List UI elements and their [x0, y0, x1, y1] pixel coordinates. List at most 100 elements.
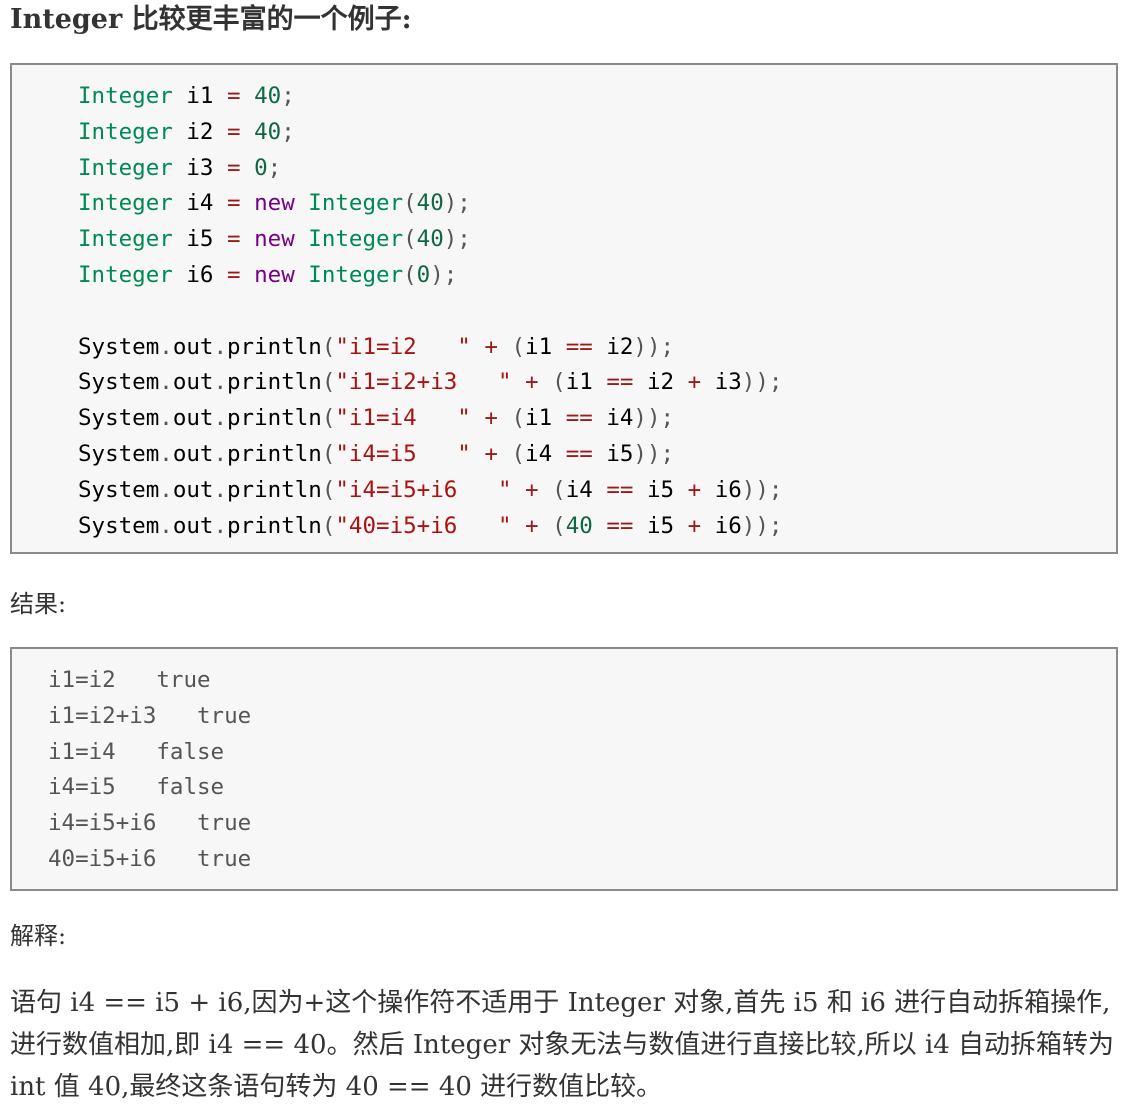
output-line: 40=i5+i6 true — [48, 845, 252, 872]
code-lines: Integer i1 = 40; Integer i2 = 40; Integer … — [78, 79, 782, 544]
code-token-punc: . — [159, 476, 173, 503]
code-token-op: == — [606, 369, 634, 396]
explanation-paragraph: 语句 i4 == i5 + i6,因为+这个操作符不适用于 Integer 对象… — [10, 988, 1115, 1102]
code-token-plain: println — [227, 333, 322, 360]
code-token-plain: System — [78, 476, 160, 503]
code-token-punc: ( — [403, 226, 417, 253]
code-token-op: = — [227, 83, 241, 109]
code-token-punc: )); — [741, 512, 783, 539]
code-token-punc: . — [213, 405, 228, 432]
code-token-op: + — [484, 405, 498, 432]
code-token-plain: i5 — [633, 476, 688, 503]
code-token-str: "i1=i2 " — [335, 333, 471, 360]
code-token-punc: ( — [552, 476, 566, 503]
output-line: i1=i4 false — [48, 738, 225, 765]
code-token-op: == — [565, 405, 593, 432]
code-token-op: + — [525, 476, 539, 503]
code-token-op: == — [606, 476, 634, 503]
code-token-plain: println — [227, 440, 322, 467]
code-token-kw: new — [254, 226, 295, 253]
code-token-plain: System — [78, 512, 160, 539]
code-token-punc: )); — [633, 333, 675, 360]
code-token-op: = — [227, 190, 241, 217]
code-token-op: = — [227, 261, 241, 288]
code-token-num: 40 — [254, 118, 282, 145]
code-token-plain: i1 — [565, 369, 607, 396]
code-token-plain: i1 — [172, 83, 228, 109]
code-token-punc: . — [159, 369, 173, 396]
code-token-plain: i6 — [172, 261, 228, 288]
code-token-str: "i4=i5 " — [335, 440, 471, 467]
code-token-punc: )); — [633, 440, 675, 467]
code-token-type: Integer — [308, 226, 404, 253]
code-token-punc: ( — [403, 190, 417, 217]
code-line: System.out.println("i1=i2+i3 " + (i1 == … — [78, 365, 782, 401]
code-token-op: + — [525, 369, 539, 396]
code-token-punc: )); — [741, 476, 783, 503]
code-token-plain: i2 — [592, 333, 634, 360]
code-token-op: == — [606, 512, 634, 539]
code-token-num: 40 — [416, 226, 444, 253]
code-token-punc: ; — [281, 83, 295, 109]
code-token-op: + — [687, 476, 702, 503]
code-token-kw: new — [254, 261, 295, 288]
code-token-plain: println — [227, 369, 322, 396]
code-token-punc: . — [213, 512, 228, 539]
code-token-punc: . — [213, 440, 228, 467]
code-token-plain: out — [172, 333, 214, 360]
code-token-punc: ); — [430, 261, 458, 288]
code-token-punc: . — [159, 405, 173, 432]
code-token-punc: ); — [443, 226, 471, 253]
code-token-punc: ( — [321, 405, 336, 432]
code-line: Integer i2 = 40; — [78, 115, 782, 151]
code-token-plain: System — [78, 369, 160, 396]
explain-label: 解释: — [10, 922, 67, 950]
code-token-type: Integer — [78, 261, 173, 288]
code-token-op: + — [525, 512, 539, 539]
code-token-punc: ( — [403, 261, 417, 288]
code-token-plain: System — [78, 333, 160, 360]
code-token-punc: ( — [511, 405, 526, 432]
code-token-plain: i4 — [565, 476, 607, 503]
code-token-plain: out — [172, 440, 214, 467]
code-token-op: + — [687, 369, 702, 396]
output-line: i4=i5 false — [48, 774, 225, 801]
code-line: System.out.println("i1=i4 " + (i1 == i4)… — [78, 401, 782, 437]
code-token-plain: i4 — [592, 405, 634, 432]
code-token-punc: ( — [552, 512, 566, 539]
code-token-type: Integer — [78, 154, 173, 181]
code-token-plain: i1 — [525, 405, 566, 432]
code-block: Integer i1 = 40; Integer i2 = 40; Integer … — [10, 63, 1118, 554]
code-token-punc: . — [213, 476, 228, 503]
code-token-plain: i5 — [633, 512, 688, 539]
code-token-punc: ( — [321, 369, 336, 396]
code-token-punc: . — [159, 333, 173, 360]
code-line: Integer i3 = 0; — [78, 151, 782, 187]
code-token-op: = — [227, 118, 241, 145]
output-lines: i1=i2 true i1=i2+i3 true i1=i4 false i4=i5 … — [48, 663, 251, 878]
code-token-punc: ; — [281, 118, 295, 145]
code-line: Integer i4 = new Integer(40); — [78, 186, 782, 222]
code-token-punc: ( — [321, 333, 336, 360]
code-line: Integer i5 = new Integer(40); — [78, 222, 782, 258]
code-token-plain: i5 — [172, 226, 228, 253]
code-token-punc: ( — [511, 440, 526, 467]
code-token-plain: println — [227, 405, 322, 432]
code-line: Integer i6 = new Integer(0); — [78, 258, 782, 294]
code-token-punc: ); — [443, 190, 471, 217]
code-token-op: + — [484, 440, 498, 467]
code-token-punc: )); — [633, 405, 675, 432]
code-token-punc: )); — [741, 369, 783, 396]
